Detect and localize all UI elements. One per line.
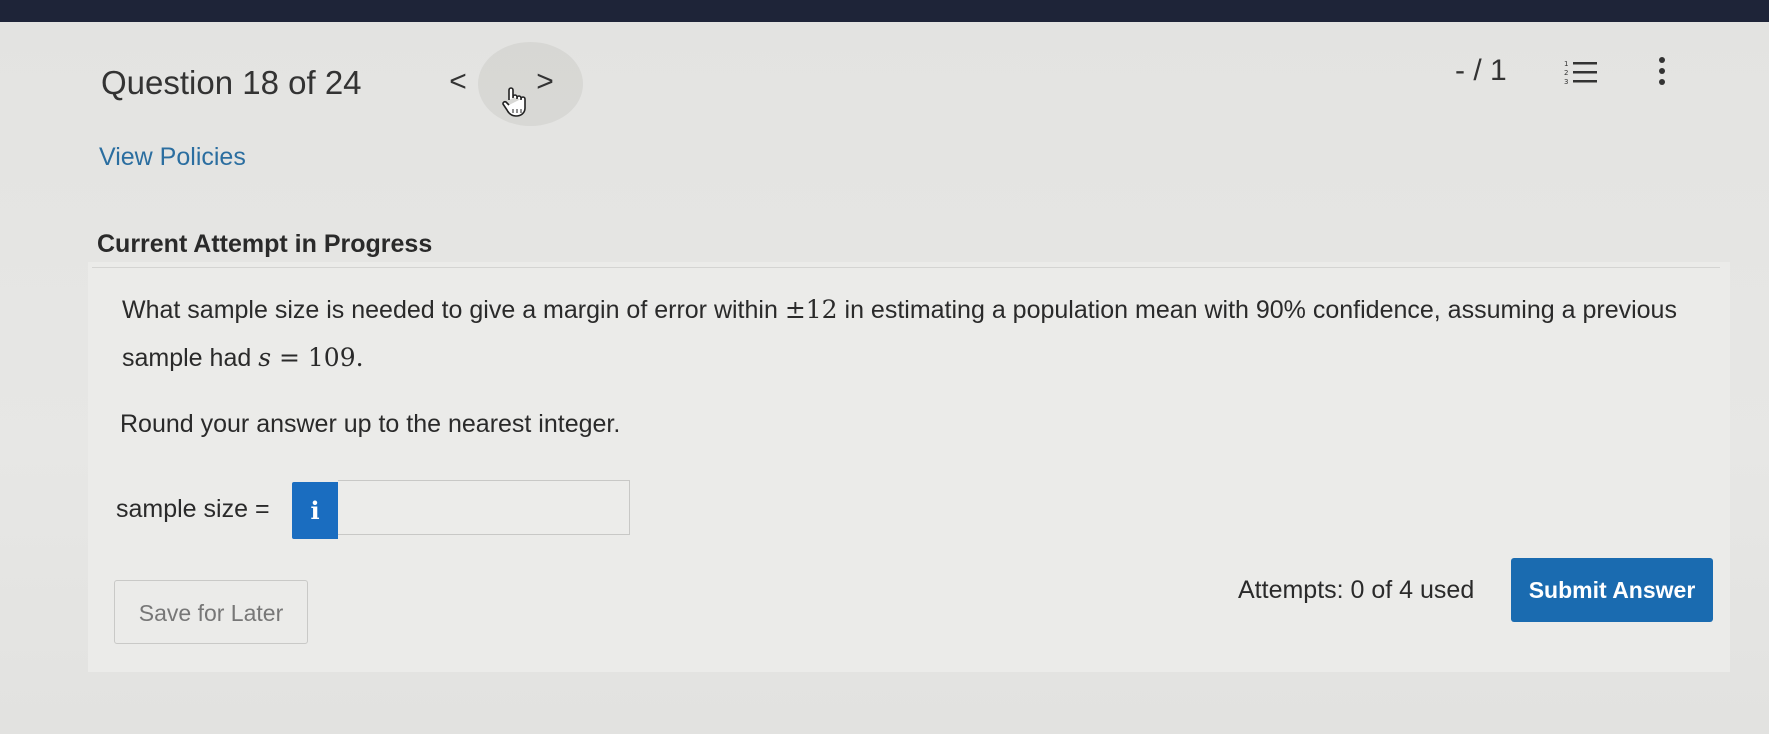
info-button[interactable]: i <box>292 482 338 539</box>
attempts-counter: Attempts: 0 of 4 used <box>1238 576 1475 604</box>
svg-text:3: 3 <box>1564 78 1568 86</box>
attempt-heading: Current Attempt in Progress <box>97 230 433 258</box>
hand-pointer-icon <box>502 87 526 117</box>
question-counter: Question 18 of 24 <box>101 64 362 101</box>
svg-text:2: 2 <box>1564 69 1568 77</box>
sample-size-label: sample size = <box>116 495 270 523</box>
svg-text:1: 1 <box>1564 60 1568 68</box>
divider <box>92 267 1720 268</box>
screen-bezel <box>0 0 1769 22</box>
next-question-button[interactable]: > <box>525 62 565 102</box>
sample-size-input[interactable] <box>338 480 630 535</box>
score-display: - / 1 <box>1455 54 1507 87</box>
s-value: 109. <box>307 343 364 372</box>
previous-question-button[interactable]: < <box>438 62 478 102</box>
question-prompt: What sample size is needed to give a mar… <box>122 286 1682 382</box>
margin-value: 12 <box>805 295 838 324</box>
save-for-later-button[interactable]: Save for Later <box>114 580 308 644</box>
question-text-part1: What sample size is needed to give a mar… <box>122 296 785 324</box>
view-policies-link[interactable]: View Policies <box>99 143 246 172</box>
numbered-list-icon[interactable]: 1 2 3 <box>1563 58 1599 88</box>
rounding-instruction: Round your answer up to the nearest inte… <box>120 410 621 438</box>
plus-minus-symbol: ± <box>784 295 806 324</box>
vertical-ellipsis-icon[interactable] <box>1650 54 1674 90</box>
submit-answer-button[interactable]: Submit Answer <box>1511 558 1713 622</box>
s-variable: s <box>258 343 272 372</box>
equals-sign: = <box>271 343 308 372</box>
